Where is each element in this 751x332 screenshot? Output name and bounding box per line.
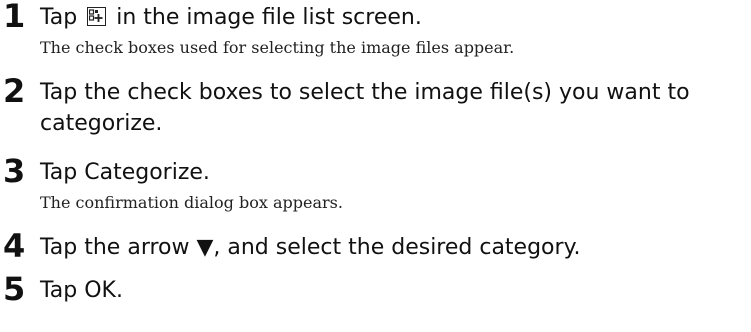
step-number: 5 xyxy=(3,270,26,308)
step-instruction: Tap OK. xyxy=(40,278,123,303)
instruction-steps: 1 Tap in the image file list screen. The… xyxy=(0,0,751,308)
step-instruction: Tap Categorize. xyxy=(40,160,210,185)
step-2: 2 Tap the check boxes to select the imag… xyxy=(0,72,751,139)
step-note: The check boxes used for selecting the i… xyxy=(40,38,515,57)
step-number: 3 xyxy=(3,152,26,190)
step-5: 5 Tap OK. xyxy=(0,270,751,308)
step-instruction: Tap in the image file list screen. xyxy=(40,2,745,33)
step-3: 3 Tap Categorize. The confirmation dialo… xyxy=(0,152,751,214)
step-number: 4 xyxy=(3,227,26,265)
step-note: The confirmation dialog box appears. xyxy=(40,193,343,212)
step-instruction: Tap the check boxes to select the image … xyxy=(40,80,690,136)
step-4: 4 Tap the arrow ▼, and select the desire… xyxy=(0,227,751,265)
step-text-before-icon: Tap xyxy=(40,5,78,30)
step-1: 1 Tap in the image file list screen. The… xyxy=(0,0,751,59)
step-instruction: Tap the arrow ▼, and select the desired … xyxy=(40,235,581,260)
step-number: 1 xyxy=(3,0,26,35)
step-number: 2 xyxy=(3,72,26,110)
step-text-after-icon: in the image file list screen. xyxy=(116,5,422,30)
add-to-category-icon xyxy=(87,7,107,26)
